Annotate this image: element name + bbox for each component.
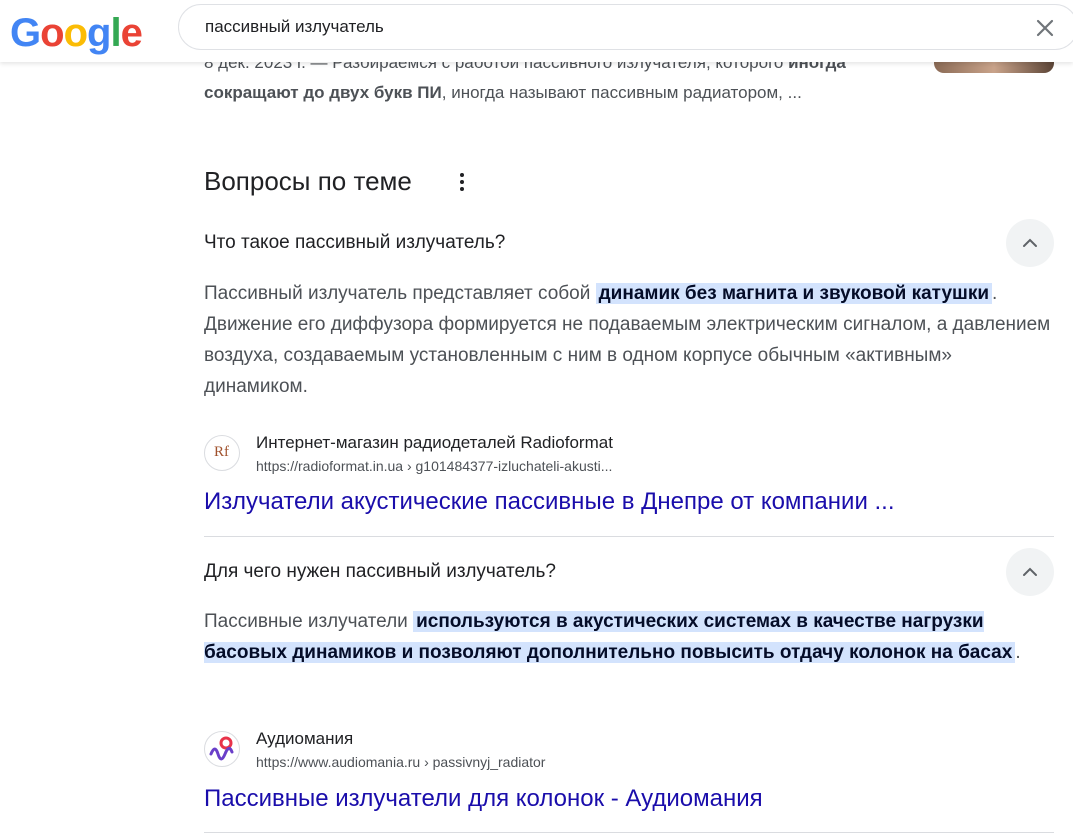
source-url[interactable]: https://www.audiomania.ru › passivnyj_ra… — [256, 754, 545, 770]
logo-letter: o — [40, 11, 64, 55]
answer-text: Пассивные излучатели — [204, 611, 414, 632]
more-vert-icon — [460, 173, 464, 191]
logo-letter: G — [10, 11, 41, 55]
answer-text: Пассивный излучатель представляет собой — [204, 283, 596, 304]
logo-letter: l — [110, 11, 121, 55]
close-icon — [1036, 19, 1054, 37]
answer-highlight: динамик без магнита и звуковой катушки — [595, 283, 993, 304]
more-options-button[interactable] — [452, 171, 472, 193]
source-name[interactable]: Аудиомания — [256, 729, 353, 749]
paa-question[interactable]: Что такое пассивный излучатель? — [204, 232, 505, 254]
search-box — [178, 4, 1073, 50]
source-name[interactable]: Интернет-магазин радиодеталей Radioforma… — [256, 433, 613, 453]
divider — [204, 832, 1054, 833]
search-input[interactable] — [205, 17, 1005, 37]
paa-answer: Пассивные излучатели используются в акус… — [204, 606, 1054, 668]
paa-question[interactable]: Для чего нужен пассивный излучатель? — [204, 561, 556, 583]
result-title-link[interactable]: Пассивные излучатели для колонок - Аудио… — [204, 785, 763, 813]
result-title-link[interactable]: Излучатели акустические пассивные в Днеп… — [204, 488, 895, 516]
paa-answer: Пассивный излучатель представляет собой … — [204, 278, 1054, 402]
clear-search-button[interactable] — [1033, 16, 1057, 40]
paa-title: Вопросы по теме — [204, 166, 412, 196]
logo-letter: o — [63, 11, 88, 55]
chevron-up-icon — [1023, 238, 1037, 247]
site-favicon[interactable]: Rf — [204, 435, 240, 471]
logo-letter: e — [120, 11, 143, 55]
divider — [204, 536, 1054, 537]
logo-letter: g — [87, 11, 111, 55]
source-url[interactable]: https://radioformat.in.ua › g101484377-i… — [256, 458, 612, 474]
snippet-text: , иногда называют пассивным радиатором, … — [441, 83, 802, 102]
header: Google — [0, 0, 1073, 62]
audiomania-logo-icon — [209, 736, 234, 761]
site-favicon[interactable] — [204, 731, 240, 767]
collapse-button[interactable] — [1006, 548, 1054, 596]
chevron-up-icon — [1023, 567, 1037, 576]
answer-text: . — [1015, 642, 1021, 663]
collapse-button[interactable] — [1006, 219, 1054, 267]
radioformat-logo: Rf — [214, 444, 229, 460]
google-logo[interactable]: Google — [10, 10, 143, 56]
